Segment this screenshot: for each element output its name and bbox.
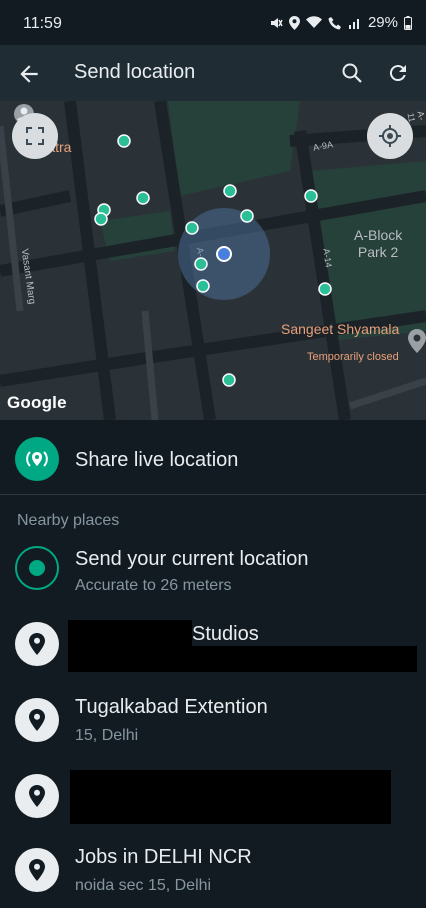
place-pin-icon: [15, 698, 59, 742]
current-location-icon: [15, 546, 59, 590]
current-location-item[interactable]: Send your current location Accurate to 2…: [0, 540, 426, 614]
battery-percent: 29%: [367, 14, 398, 31]
current-location-accuracy: Accurate to 26 meters: [75, 577, 232, 594]
signal-icon: [348, 19, 359, 29]
arrow-left-icon[interactable]: [16, 61, 42, 87]
status-icons: 29%: [269, 14, 412, 31]
current-location-name: Send your current location: [75, 548, 309, 570]
list-item[interactable]: Studios: [0, 610, 426, 684]
wifi-icon: [305, 16, 322, 28]
location-status-icon: [288, 15, 300, 30]
status-bar: 11:59 29%: [0, 0, 426, 45]
fullscreen-icon: [26, 127, 44, 145]
search-icon[interactable]: [340, 61, 364, 85]
battery-icon: [404, 15, 412, 30]
share-live-location-row[interactable]: Share live location: [0, 421, 426, 495]
place-address: noida sec 15, Delhi: [75, 877, 212, 894]
place-pin-icon: [15, 622, 59, 666]
list-item[interactable]: Jobs in DELHI NCR noida sec 15, Delhi: [0, 834, 426, 908]
place-pin-icon: [15, 848, 59, 892]
map-view[interactable]: Batra A-9A A-11 A-Block Park 2 Vasant Ma…: [0, 101, 426, 420]
app-bar: Send location: [0, 45, 426, 101]
list-item[interactable]: Tugalkabad Extention 15, Delhi: [0, 684, 426, 758]
share-live-location-label: Share live location: [75, 449, 239, 471]
my-location-button[interactable]: [367, 113, 413, 159]
status-time: 11:59: [23, 15, 62, 32]
place-name: Jobs in DELHI NCR: [75, 846, 252, 868]
redacted-block: [68, 620, 192, 646]
place-address: 15, Delhi: [75, 727, 139, 744]
list-item[interactable]: [0, 760, 426, 834]
crosshair-icon: [379, 125, 401, 147]
place-name: Studios: [192, 623, 259, 645]
place-pin-icon: [15, 774, 59, 818]
redacted-block: [70, 770, 391, 824]
nearby-places-title: Nearby places: [17, 512, 120, 529]
page-title: Send location: [74, 61, 196, 83]
redacted-block: [68, 646, 417, 672]
live-location-icon: [15, 437, 59, 481]
google-logo: Google: [7, 393, 67, 412]
fullscreen-button[interactable]: [12, 113, 58, 159]
nearby-poi-dots: [94, 134, 332, 387]
place-name: Tugalkabad Extention: [75, 696, 268, 718]
refresh-icon[interactable]: [386, 61, 410, 85]
mute-icon: [270, 17, 283, 28]
call-wifi-icon: [328, 16, 341, 29]
